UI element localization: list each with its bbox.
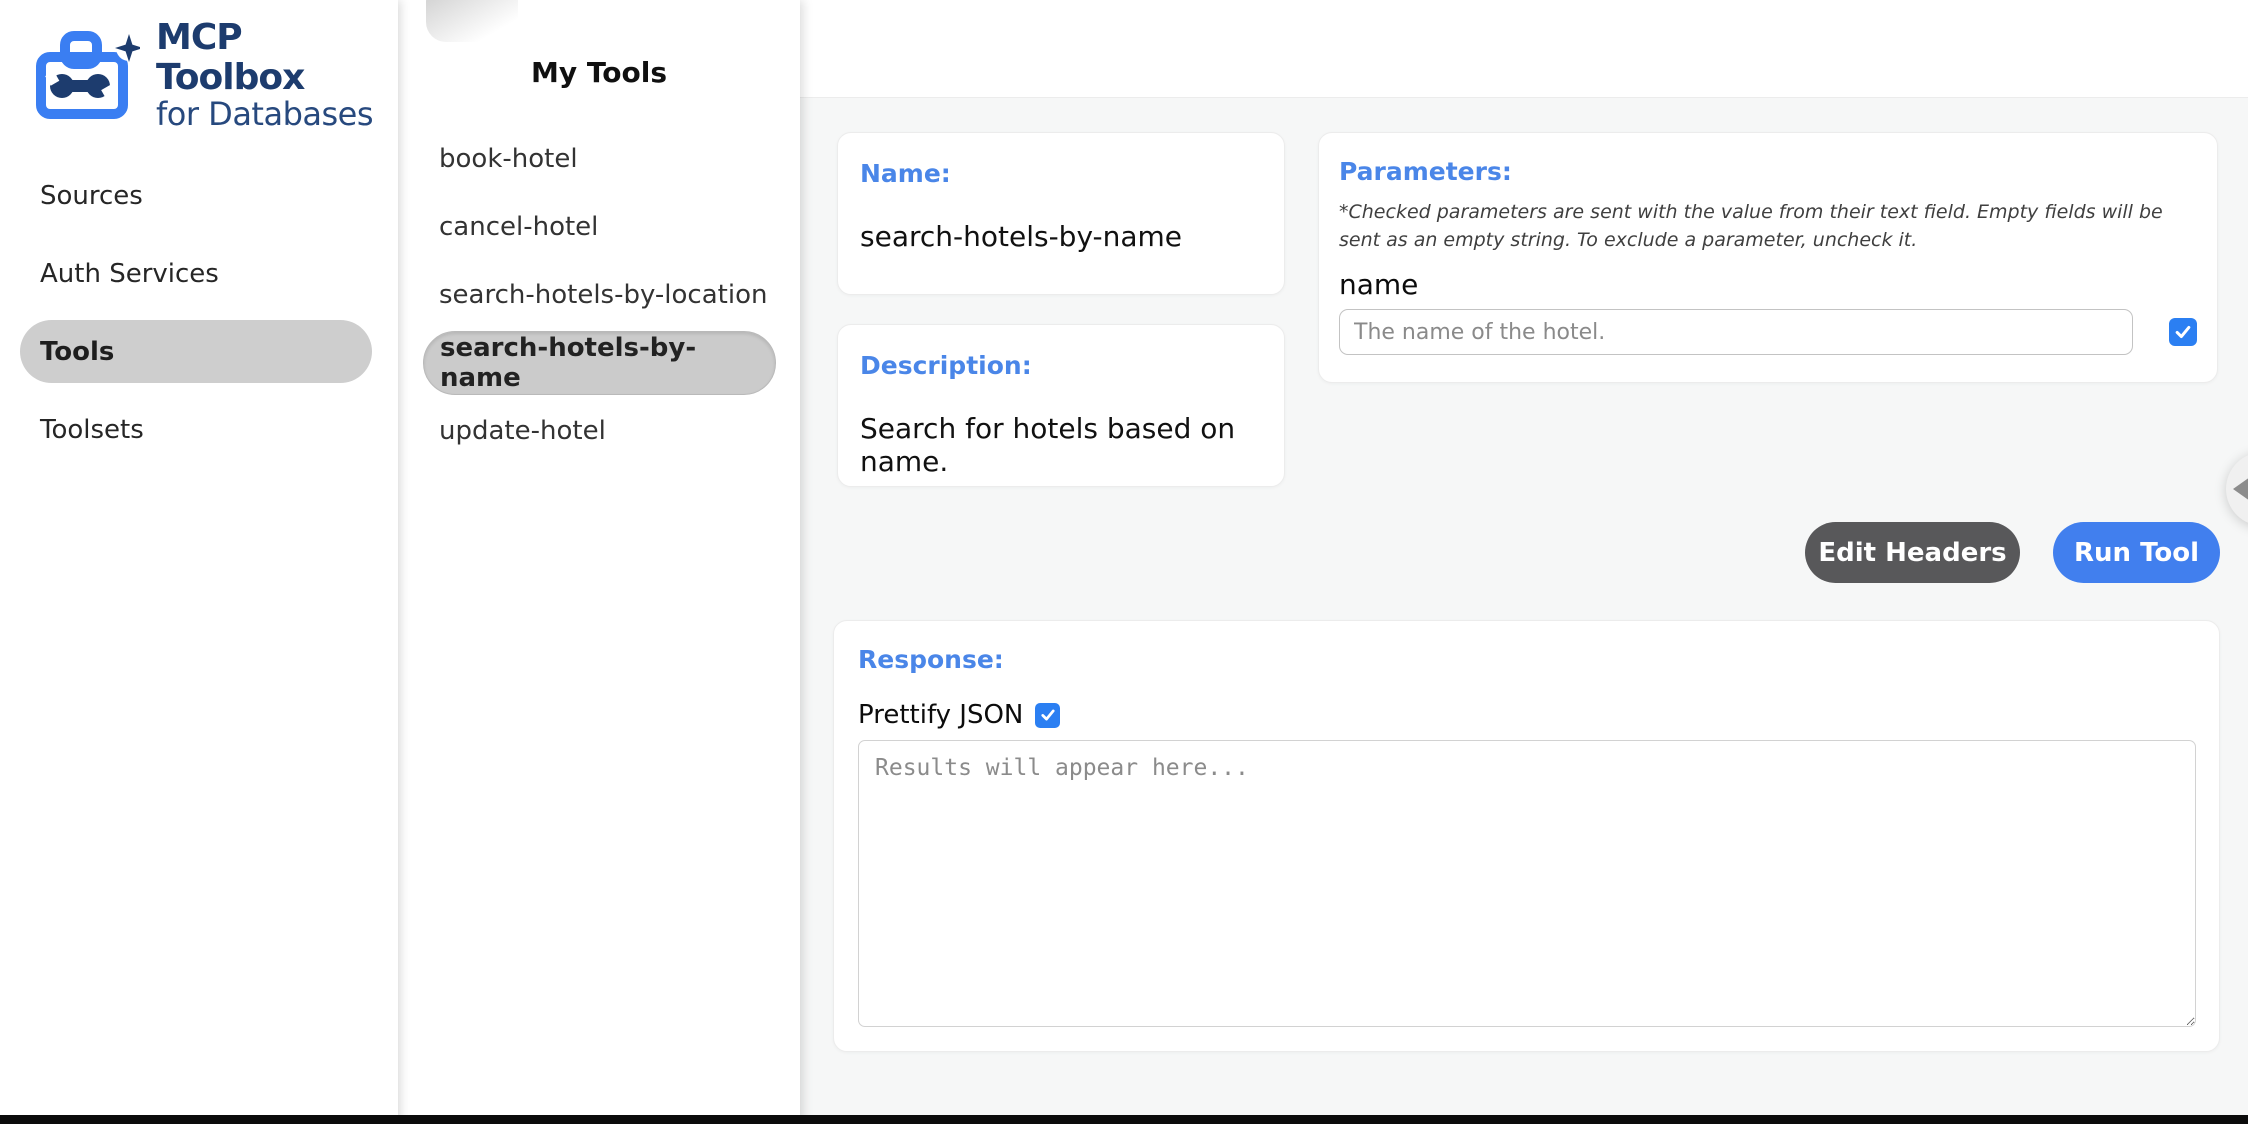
- logo-title: MCP Toolbox: [156, 18, 398, 97]
- main-panel: Name: search-hotels-by-name Description:…: [800, 0, 2248, 1124]
- run-tool-button[interactable]: Run Tool: [2053, 522, 2220, 583]
- parameters-label: Parameters:: [1339, 157, 2197, 186]
- tool-item-book-hotel[interactable]: book-hotel: [423, 127, 776, 191]
- sidebar-nav: Sources Auth Services Tools Toolsets: [0, 164, 398, 461]
- app-logo: MCP Toolbox for Databases: [0, 0, 398, 132]
- description-value: Search for hotels based on name.: [860, 412, 1262, 478]
- name-label: Name:: [860, 159, 1262, 188]
- prettify-row: Prettify JSON: [858, 700, 2195, 730]
- parameters-card: Parameters: *Checked parameters are sent…: [1318, 132, 2218, 383]
- tool-item-search-hotels-by-location[interactable]: search-hotels-by-location: [423, 263, 776, 327]
- prettify-json-checkbox[interactable]: [1035, 703, 1060, 728]
- prettify-json-label: Prettify JSON: [858, 700, 1023, 730]
- response-textarea[interactable]: [858, 740, 2196, 1027]
- bottom-edge-bar: [0, 1115, 2248, 1124]
- tool-item-update-hotel[interactable]: update-hotel: [423, 399, 776, 463]
- parameter-checkbox[interactable]: [2169, 318, 2197, 346]
- response-label: Response:: [858, 645, 2195, 674]
- parameter-name-label: name: [1339, 268, 2197, 301]
- name-card: Name: search-hotels-by-name: [837, 132, 1285, 295]
- sidebar-item-auth-services[interactable]: Auth Services: [20, 242, 372, 305]
- tool-item-cancel-hotel[interactable]: cancel-hotel: [423, 195, 776, 259]
- check-icon: [2173, 322, 2193, 342]
- description-label: Description:: [860, 351, 1262, 380]
- edit-headers-button[interactable]: Edit Headers: [1805, 522, 2020, 583]
- action-buttons: Edit Headers Run Tool: [1805, 522, 2220, 583]
- chevron-left-icon: [2233, 477, 2248, 501]
- scrolled-pill-remnant: [426, 0, 518, 42]
- parameters-note: *Checked parameters are sent with the va…: [1339, 198, 2195, 254]
- tools-panel-title: My Tools: [398, 56, 800, 89]
- main-topbar: [800, 0, 2248, 98]
- parameter-input[interactable]: [1339, 309, 2133, 355]
- tool-list: book-hotel cancel-hotel search-hotels-by…: [398, 127, 800, 463]
- description-card: Description: Search for hotels based on …: [837, 324, 1285, 487]
- tool-item-search-hotels-by-name[interactable]: search-hotels-by-name: [423, 331, 776, 395]
- response-card: Response: Prettify JSON: [833, 620, 2220, 1052]
- check-icon: [1039, 706, 1057, 724]
- sidebar: MCP Toolbox for Databases Sources Auth S…: [0, 0, 398, 1124]
- sidebar-item-sources[interactable]: Sources: [20, 164, 372, 227]
- parameter-row: [1339, 309, 2197, 355]
- tools-panel: My Tools book-hotel cancel-hotel search-…: [398, 0, 800, 1124]
- toolbox-logo-icon: [34, 29, 140, 121]
- sidebar-item-tools[interactable]: Tools: [20, 320, 372, 383]
- logo-subtitle: for Databases: [156, 97, 398, 132]
- sidebar-item-toolsets[interactable]: Toolsets: [20, 398, 372, 461]
- name-value: search-hotels-by-name: [860, 220, 1262, 253]
